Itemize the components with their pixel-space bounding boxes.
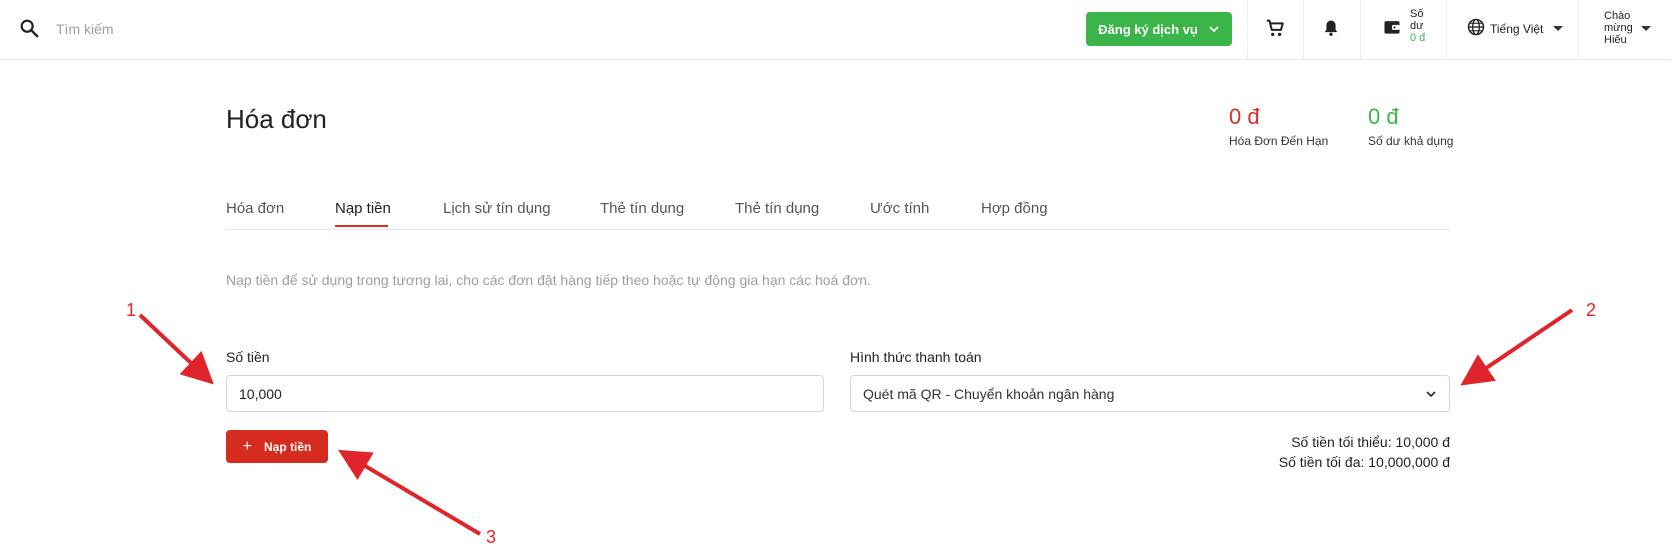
globe-icon: [1466, 17, 1486, 40]
language-label: Tiếng Việt: [1490, 21, 1544, 36]
top-up-description: Nạp tiền để sử dụng trong tương lai, cho…: [226, 272, 871, 288]
annotation-label-1: 1: [126, 300, 137, 320]
available-balance-summary: 0 đ Số dư khả dụng: [1368, 104, 1453, 148]
language-selector[interactable]: Tiếng Việt: [1466, 17, 1564, 40]
amount-input[interactable]: [226, 375, 824, 412]
tab-credit-card-2[interactable]: Thẻ tín dụng: [735, 200, 819, 217]
payment-method-selected: Quét mã QR - Chuyển khoản ngân hàng: [863, 385, 1115, 402]
tab-top-up[interactable]: Nạp tiền: [335, 200, 391, 217]
annotation-arrow-2: [1460, 308, 1574, 386]
tab-invoices[interactable]: Hóa đơn: [226, 200, 284, 217]
payment-method-label: Hình thức thanh toán: [850, 349, 982, 365]
active-tab-indicator: [335, 225, 388, 227]
tab-contracts[interactable]: Hợp đồng: [981, 200, 1048, 217]
register-service-label: Đăng ký dịch vụ: [1098, 21, 1198, 37]
user-greeting-line1: Chào: [1604, 10, 1631, 22]
due-invoices-summary: 0 đ Hóa Đơn Đến Hạn: [1229, 104, 1328, 148]
divider: [1578, 0, 1579, 60]
caret-down-icon: [1553, 26, 1564, 31]
balance-widget[interactable]: Số dư 0 đ: [1382, 8, 1425, 44]
divider: [1446, 0, 1447, 60]
search-input[interactable]: [56, 16, 556, 42]
balance-value: 0 đ: [1410, 32, 1426, 44]
top-up-button-label: Nạp tiền: [264, 439, 312, 454]
plus-icon: +: [242, 437, 252, 455]
divider: [1360, 0, 1361, 60]
wallet-icon: [1382, 17, 1402, 42]
cart-icon[interactable]: [1262, 15, 1288, 41]
min-amount: Số tiền tối thiểu: 10,000 đ: [1291, 434, 1450, 450]
available-balance-label: Số dư khả dụng: [1368, 134, 1454, 148]
chevron-down-icon: [1209, 26, 1219, 33]
payment-method-select[interactable]: Quét mã QR - Chuyển khoản ngân hàng: [850, 375, 1450, 412]
annotation-arrow-3: [338, 449, 482, 536]
user-menu[interactable]: Chào mừng Hiếu: [1604, 10, 1651, 46]
user-greeting-line2: mừng: [1604, 22, 1633, 34]
search-icon[interactable]: [18, 17, 40, 39]
caret-down-icon: [1640, 25, 1651, 31]
top-up-button[interactable]: + Nạp tiền: [226, 430, 328, 463]
tab-bar: Hóa đơn Nạp tiền Lịch sử tín dụng Thẻ tí…: [226, 196, 1450, 230]
balance-label-line2: dư: [1410, 20, 1424, 32]
available-balance-value: 0 đ: [1368, 104, 1399, 129]
tab-estimate[interactable]: Ước tính: [870, 200, 929, 217]
register-service-button[interactable]: Đăng ký dịch vụ: [1086, 12, 1232, 46]
due-invoices-value: 0 đ: [1229, 104, 1260, 129]
top-bar: Đăng ký dịch vụ Số dư 0 đ Tiếng Việt Chà…: [0, 0, 1671, 60]
page-title: Hóa đơn: [226, 104, 327, 134]
annotation-label-3: 3: [486, 527, 497, 547]
tab-credit-history[interactable]: Lịch sử tín dụng: [443, 200, 551, 217]
balance-label-line1: Số: [1410, 8, 1424, 20]
bell-icon[interactable]: [1318, 15, 1344, 41]
annotation-label-2: 2: [1586, 300, 1597, 320]
annotation-arrow-1: [138, 313, 214, 385]
divider: [1303, 0, 1304, 60]
divider: [1247, 0, 1248, 60]
amount-limits: Số tiền tối thiểu: 10,000 đ Số tiền tối …: [1279, 432, 1450, 472]
chevron-down-icon: [1426, 390, 1436, 397]
due-invoices-label: Hóa Đơn Đến Hạn: [1229, 134, 1329, 148]
max-amount: Số tiền tối đa: 10,000,000 đ: [1278, 454, 1450, 470]
tab-credit-card[interactable]: Thẻ tín dụng: [600, 200, 684, 217]
amount-label: Số tiền: [226, 349, 270, 365]
user-name: Hiếu: [1604, 34, 1627, 46]
